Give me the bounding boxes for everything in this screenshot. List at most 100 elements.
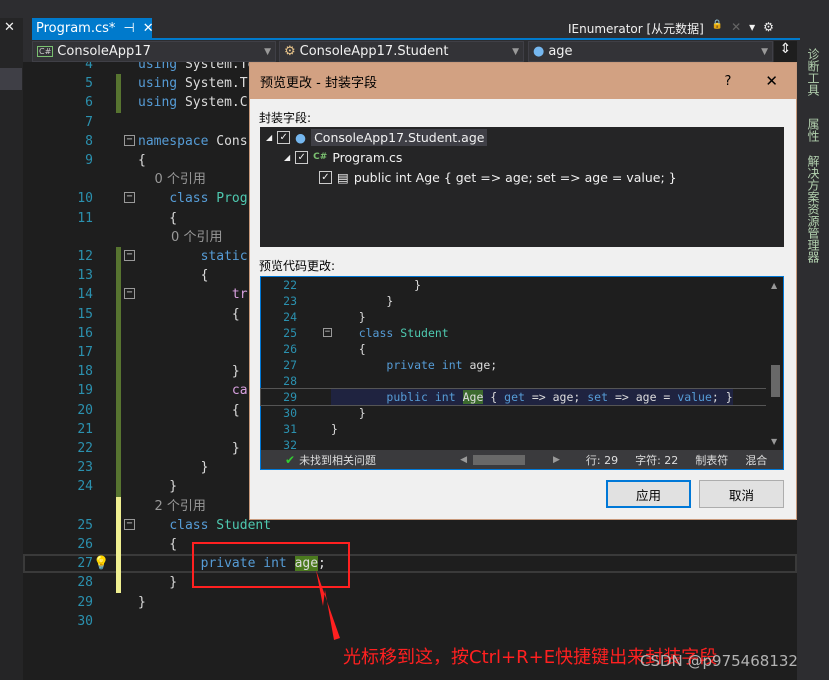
preview-code-line[interactable]: 29 public int Age { get => age; set => a… [260, 388, 767, 406]
tree-item-label: Program.cs [332, 149, 403, 165]
change-marker-saved [116, 285, 121, 305]
sidebar-tab-solution-explorer[interactable]: 解决方案资源管理器 [805, 155, 822, 263]
scrollbar-thumb[interactable] [771, 365, 780, 397]
line-number: 24 [77, 479, 93, 495]
line-number: 24 [283, 310, 297, 324]
document-icon: ▤ [337, 169, 349, 185]
change-marker-saved [116, 362, 121, 382]
arrow-shape [316, 570, 340, 640]
line-number: 26 [77, 537, 93, 552]
code-text: } [138, 364, 240, 380]
line-number: 17 [77, 345, 93, 360]
code-line[interactable]: 30 [23, 612, 797, 631]
collapse-icon[interactable]: − [124, 192, 135, 204]
line-number: 11 [77, 210, 93, 226]
close-icon[interactable]: ✕ [143, 21, 154, 36]
change-marker-saved [116, 458, 121, 478]
code-line[interactable]: 26 { [23, 535, 797, 555]
close-button[interactable]: ✕ [765, 72, 778, 90]
preview-code-line[interactable]: 27 private int age; [261, 357, 766, 373]
expand-icon[interactable]: ◢ [266, 133, 272, 142]
preview-code-line[interactable]: 24 } [261, 309, 766, 325]
gear-icon[interactable]: ⚙ [763, 20, 774, 37]
tab-program-cs[interactable]: Program.cs* ⊣ ✕ [32, 18, 154, 39]
tabs-indicator[interactable]: 制表符 [695, 452, 728, 468]
scroll-right-icon[interactable]: ▶ [553, 455, 560, 465]
split-view-button[interactable]: ⇕ [774, 41, 797, 62]
change-marker-saved [116, 266, 121, 286]
preview-code-line[interactable]: 30 } [261, 405, 766, 421]
line-number: 26 [283, 342, 297, 356]
code-text: { [138, 306, 240, 322]
code-line[interactable]: 28 } [23, 573, 797, 593]
tree-item-label: ConsoleApp17.Student.age [311, 128, 488, 146]
sidebar-tab-properties[interactable]: 属性 [805, 118, 822, 142]
code-line[interactable]: 27 private int age; 💡 [23, 554, 797, 574]
fields-label: 封装字段: [259, 111, 312, 125]
tree-item-file[interactable]: ◢ ✓ C# Program.cs [284, 147, 402, 167]
line-number: 30 [77, 613, 93, 629]
code-text: } [138, 479, 178, 495]
line-number: 23 [283, 294, 297, 308]
line-number: 14 [77, 287, 93, 303]
preview-code-line[interactable]: 22 } [261, 277, 766, 293]
vertical-scrollbar[interactable]: ▲ ▼ [766, 277, 783, 450]
line-number: 25 [283, 326, 297, 340]
change-marker-saved [116, 343, 121, 363]
horizontal-scroll-thumb[interactable] [472, 454, 525, 465]
collapse-icon[interactable]: − [124, 250, 135, 261]
cancel-button[interactable]: 取消 [699, 480, 784, 508]
help-button[interactable]: ? [725, 74, 732, 89]
line-number: 8 [85, 133, 93, 149]
preview-code-line[interactable]: 28 [261, 373, 766, 389]
change-marker-unsaved [116, 554, 121, 574]
project-dropdown[interactable]: C# ConsoleApp17 ▼ [32, 41, 276, 62]
class-dropdown[interactable]: ⚙ ConsoleApp17.Student ▼ [279, 41, 524, 62]
checkbox[interactable]: ✓ [277, 130, 291, 144]
change-marker-saved [116, 400, 121, 420]
close-icon[interactable]: ✕ [4, 20, 15, 35]
collapse-icon[interactable]: − [124, 134, 135, 146]
line-number: 22 [283, 278, 297, 292]
preview-code-line[interactable]: 26 { [261, 341, 766, 357]
line-number: 25 [77, 517, 93, 533]
field-tree[interactable]: ◢ ✓ ● ConsoleApp17.Student.age ◢ ✓ C# Pr… [260, 127, 784, 247]
pin-icon[interactable]: ⊣ [123, 21, 134, 36]
code-preview[interactable]: 22 } 23 } 24 } 25 class Student −26 {27 priv… [260, 276, 784, 470]
lightbulb-icon[interactable]: 💡 [93, 554, 109, 573]
scroll-left-icon[interactable]: ◀ [460, 455, 467, 465]
change-marker-saved [116, 323, 121, 343]
sidebar-tab-diagnostics[interactable]: 诊断工具 [805, 48, 822, 96]
line-number: 28 [77, 575, 93, 591]
close-icon[interactable]: ✕ [731, 20, 741, 37]
preview-label: 预览代码更改: [259, 259, 336, 273]
preview-code-line[interactable]: 23 } [261, 293, 766, 309]
line-number: 21 [77, 421, 93, 437]
eol-indicator[interactable]: 混合 [745, 452, 767, 468]
tree-item-change[interactable]: ✓ ▤ public int Age { get => age; set => … [319, 167, 677, 187]
expand-icon[interactable]: ◢ [284, 153, 290, 162]
collapse-icon[interactable]: − [124, 288, 135, 300]
dropdown-icon[interactable]: ▾ [749, 20, 755, 37]
code-text: tr [231, 287, 248, 303]
member-dropdown[interactable]: ● age ▼ [528, 41, 773, 62]
change-marker-unsaved [116, 573, 121, 593]
csharp-icon: C# [313, 152, 328, 162]
collapse-icon[interactable]: − [323, 328, 332, 337]
checkbox[interactable]: ✓ [319, 170, 332, 184]
preview-code-line[interactable]: 31} [261, 421, 766, 437]
checkbox[interactable]: ✓ [295, 150, 309, 164]
preview-status-bar: ✔ 未找到相关问题 ◀ ▶ 行: 29 字符: 22 制表符 混合 [261, 450, 783, 469]
class-name: ConsoleApp17.Student [299, 44, 449, 59]
line-number: 10 [77, 191, 93, 207]
collapse-icon[interactable]: − [124, 518, 135, 530]
code-text: private int age; [386, 358, 498, 372]
preview-tab-title[interactable]: IEnumerator [从元数据] [568, 20, 704, 37]
tree-item-field[interactable]: ◢ ✓ ● ConsoleApp17.Student.age [266, 127, 488, 147]
code-line[interactable]: 29} [23, 593, 797, 612]
line-number: 13 [77, 268, 93, 284]
apply-button[interactable]: 应用 [606, 480, 691, 508]
panel-item[interactable] [0, 68, 22, 90]
change-marker-saved [116, 477, 121, 497]
preview-code-line[interactable]: 25 class Student − [261, 325, 766, 341]
